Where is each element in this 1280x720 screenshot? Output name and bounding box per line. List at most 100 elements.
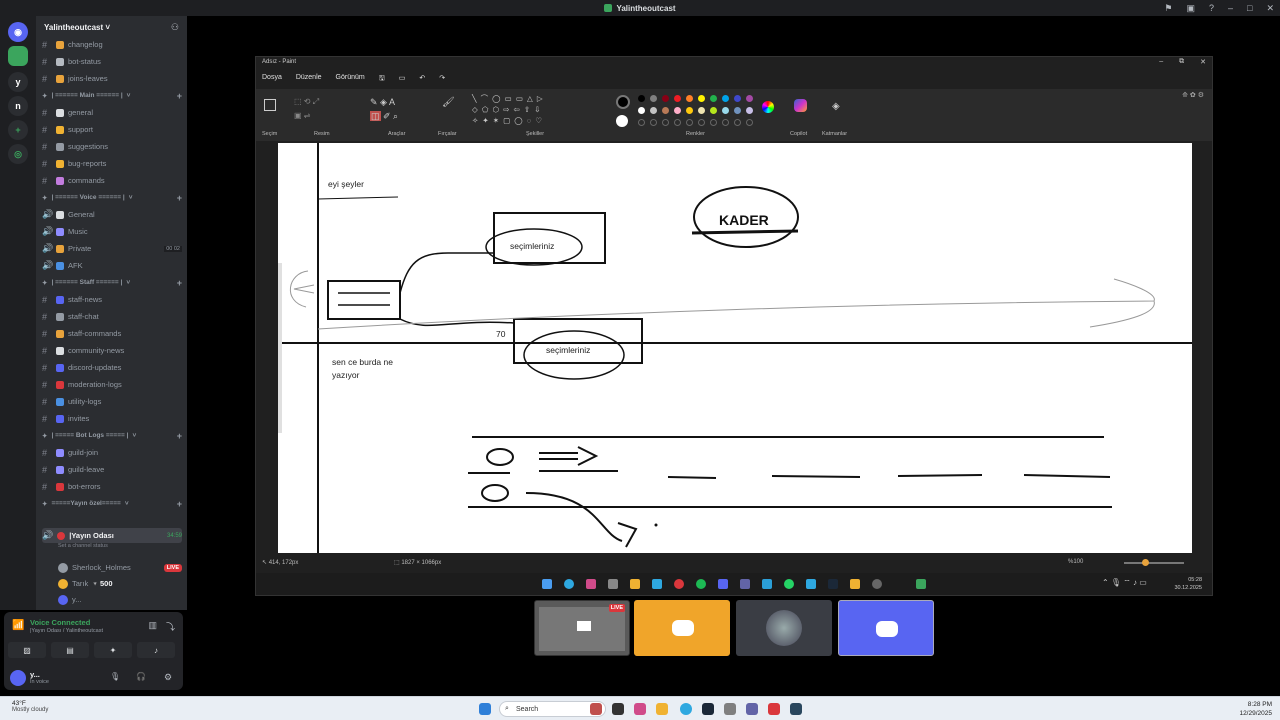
channel-category[interactable]: ✦ | ====== Main ====== | ˅ + [42, 88, 182, 103]
whatsapp-icon[interactable] [784, 579, 794, 589]
channel-status[interactable]: Set a channel status [58, 538, 187, 553]
disconnect-icon[interactable]: ⤵ [166, 620, 175, 633]
server-icon-n[interactable]: n [8, 96, 28, 116]
zoom-level[interactable]: %100 [1068, 559, 1083, 565]
stream-thumbnail-discord-orange[interactable] [634, 600, 730, 656]
app-icon-2[interactable] [652, 579, 662, 589]
add-channel-icon[interactable]: + [177, 91, 182, 101]
edge-taskbar-icon[interactable] [680, 703, 692, 715]
activities-button[interactable]: ✦ [94, 642, 132, 658]
mic-icon[interactable]: 🎙 [110, 672, 120, 681]
select-icon[interactable] [264, 99, 276, 111]
palette-color-swatch[interactable] [674, 107, 681, 114]
text-channel[interactable]: # guild-join [42, 445, 182, 460]
text-channel[interactable]: # staff-news [42, 292, 182, 307]
palette-color-swatch[interactable] [710, 95, 717, 102]
task-view-icon[interactable] [612, 703, 624, 715]
teams-icon[interactable] [740, 579, 750, 589]
palette-color-swatch[interactable] [662, 95, 669, 102]
soundboard-button[interactable]: ♪ [137, 642, 175, 658]
custom-color-slot[interactable] [638, 119, 645, 126]
app-icon-taskbar-1[interactable] [590, 703, 602, 715]
settings-icon[interactable]: ⚙ [164, 672, 172, 683]
taskbar-clock[interactable]: 8:28 PM 12/29/2025 [1239, 700, 1272, 718]
copilot-taskbar-icon[interactable] [634, 703, 646, 715]
voice-member[interactable]: y... [58, 592, 182, 607]
paint-app-icon[interactable] [916, 579, 926, 589]
palette-color-swatch[interactable] [686, 95, 693, 102]
text-channel[interactable]: # staff-chat [42, 309, 182, 324]
maximize-button[interactable]: □ [1247, 3, 1252, 13]
palette-color-swatch[interactable] [662, 107, 669, 114]
server-icon-yalintheoutcast[interactable] [8, 46, 28, 66]
palette-color-swatch[interactable] [734, 107, 741, 114]
app-icon-3[interactable] [762, 579, 772, 589]
custom-color-slot[interactable] [674, 119, 681, 126]
copilot-app-icon[interactable] [586, 579, 596, 589]
add-server-icon[interactable]: + [8, 120, 28, 140]
app-icon-taskbar-3[interactable] [768, 703, 780, 715]
app-icon-6[interactable] [872, 579, 882, 589]
steam-icon[interactable] [828, 579, 838, 589]
explorer-taskbar-icon[interactable] [656, 703, 668, 715]
paint-close-button[interactable]: ✕ [1200, 58, 1206, 66]
undo-icon[interactable]: ↶ [419, 74, 425, 85]
avatar[interactable] [10, 670, 26, 686]
app-icon-4[interactable] [806, 579, 816, 589]
weather-widget[interactable]: 43°F Mostly cloudy [12, 700, 48, 713]
app-icon-taskbar-2[interactable] [724, 703, 736, 715]
zoom-slider[interactable] [1124, 559, 1184, 566]
text-channel[interactable]: # community-news [42, 343, 182, 358]
screen-share-button[interactable]: ▤ [51, 642, 89, 658]
voice-channel-name[interactable]: |Yayın Odası / Yalintheoutcast [30, 628, 103, 634]
text-channel[interactable]: # bot-status [42, 54, 182, 69]
brushes-icon[interactable]: 🖌 [442, 97, 455, 108]
palette-color-swatch[interactable] [638, 107, 645, 114]
palette-color-swatch[interactable] [722, 95, 729, 102]
teams-taskbar-icon[interactable] [746, 703, 758, 715]
text-channel[interactable]: # joins-leaves [42, 71, 182, 86]
text-channel[interactable]: # bot-errors [42, 479, 182, 494]
server-name[interactable]: Yalintheoutcast ˅ [44, 23, 110, 32]
menu-gorunum[interactable]: Görünüm [336, 74, 365, 85]
text-channel[interactable]: # guild-leave [42, 462, 182, 477]
stream-thumbnail-discord-blurple[interactable] [838, 600, 934, 656]
palette-color-swatch[interactable] [674, 95, 681, 102]
custom-color-slot[interactable] [698, 119, 705, 126]
stream-thumbnail-screen[interactable]: LIVE [534, 600, 630, 656]
channel-category[interactable]: ✦ | ====== Staff ====== | ˅ + [42, 275, 182, 290]
palette-color-swatch[interactable] [734, 95, 741, 102]
tools-group[interactable]: ✎ ◈ A ◫ ✐ ⌕ [370, 95, 424, 125]
server-icon-y[interactable]: y [8, 72, 28, 92]
save-icon[interactable]: 🖫 [379, 74, 385, 85]
paint-maximize-button[interactable]: ⧉ [1179, 58, 1184, 66]
voice-member[interactable]: Tarık ♆ 500 [58, 576, 182, 591]
palette-color-swatch[interactable] [746, 95, 753, 102]
stream-thumbnail-avatar[interactable] [736, 600, 832, 656]
palette-color-swatch[interactable] [710, 107, 717, 114]
text-channel[interactable]: # invites [42, 411, 182, 426]
discover-icon[interactable]: ◎ [8, 144, 28, 164]
menu-duzenle[interactable]: Düzenle [296, 74, 322, 85]
paint-minimize-button[interactable]: – [1159, 58, 1163, 66]
channel-category[interactable]: ✦ | ====== Voice ====== | ˅ + [42, 190, 182, 205]
voice-member[interactable]: Sherlock_Holmes LIVE [58, 560, 182, 575]
help-icon[interactable]: ? [1209, 3, 1214, 13]
palette-color-swatch[interactable] [746, 107, 753, 114]
inbox-icon[interactable]: ▣ [1186, 3, 1195, 14]
tray-icons[interactable]: ⌃ 🎙 ⌔ ♪ ▭ [1102, 578, 1147, 588]
explorer-icon[interactable] [630, 579, 640, 589]
text-channel[interactable]: # general [42, 105, 182, 120]
flag-icon[interactable]: ⚑ [1164, 3, 1172, 14]
menu-dosya[interactable]: Dosya [262, 74, 282, 85]
custom-color-slot[interactable] [662, 119, 669, 126]
custom-color-slot[interactable] [734, 119, 741, 126]
custom-color-slot[interactable] [650, 119, 657, 126]
text-channel[interactable]: # utility-logs [42, 394, 182, 409]
palette-color-swatch[interactable] [722, 107, 729, 114]
text-channel[interactable]: # bug-reports [42, 156, 182, 171]
steam-taskbar-icon[interactable] [702, 703, 714, 715]
palette-color-swatch[interactable] [650, 107, 657, 114]
edit-colors-icon[interactable] [762, 101, 774, 113]
minimize-button[interactable]: – [1228, 3, 1233, 13]
